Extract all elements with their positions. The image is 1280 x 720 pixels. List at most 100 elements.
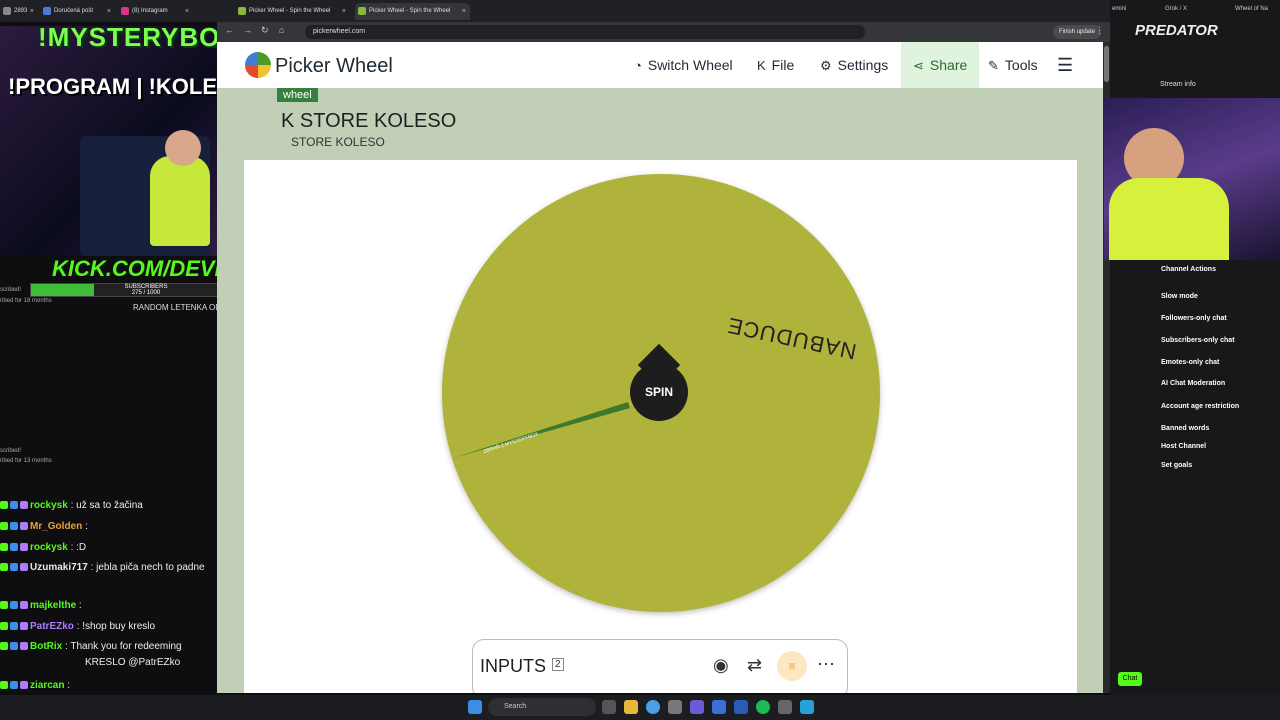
channel-action-item[interactable]: Emotes-only chat	[1161, 359, 1219, 366]
close-tab-icon[interactable]: ×	[107, 3, 111, 20]
chat-message: ziarcan :	[0, 680, 217, 691]
chat-username[interactable]: BotRix	[30, 641, 62, 652]
chat-username[interactable]: Uzumaki717	[30, 562, 88, 573]
channel-action-item[interactable]: Set goals	[1161, 462, 1192, 469]
browser-tab-strip: 2893 × Doručená pošt × (8) Instagram × Picker …	[0, 0, 1110, 22]
app-icon[interactable]	[712, 700, 726, 714]
close-tab-icon[interactable]: ×	[462, 3, 466, 20]
spotify-icon[interactable]	[756, 700, 770, 714]
chat-badge-icon	[0, 563, 8, 572]
nav-file[interactable]: K File	[757, 42, 794, 88]
chat-badge-icon	[10, 601, 18, 610]
stream-info-label[interactable]: Stream info	[1160, 81, 1196, 88]
channel-action-item[interactable]: Banned words	[1161, 425, 1209, 432]
browser-tab[interactable]: Picker Wheel - Spin the Wheel ×	[235, 3, 350, 20]
close-tab-icon[interactable]: ×	[30, 3, 34, 20]
chat-badge-icon	[20, 601, 28, 610]
nav-tools[interactable]: ✎ Tools	[988, 42, 1038, 88]
page-title: K STORE KOLESO	[281, 110, 457, 132]
url-input[interactable]: pickerwheel.com	[305, 25, 865, 39]
spin-button[interactable]: SPIN	[630, 363, 688, 421]
chat-badge-icon	[10, 681, 18, 690]
chat-username[interactable]: PatrEZko	[30, 621, 74, 632]
wheel-area: ZBRAŇ Z MYSTERYBOX NABUDUCE SPIN	[244, 160, 1077, 693]
reload-icon[interactable]: ↻	[261, 25, 269, 36]
app-icon[interactable]	[690, 700, 704, 714]
back-icon[interactable]: ←	[225, 25, 234, 35]
channel-action-item[interactable]: Followers-only chat	[1161, 315, 1227, 322]
settings-icon[interactable]	[778, 700, 792, 714]
list-icon[interactable]: ≡	[777, 651, 807, 681]
browser-tab[interactable]: Grok / X	[1165, 6, 1187, 12]
chat-message: majkelthe :	[0, 600, 217, 611]
task-view-icon[interactable]	[602, 700, 616, 714]
inputs-panel: INPUTS 2 ◉ ⇄ ≡ ⋯	[472, 639, 848, 693]
more-options-icon[interactable]: ⋯	[817, 654, 835, 675]
app-icon[interactable]	[734, 700, 748, 714]
chat-badge-icon	[10, 622, 18, 631]
channel-action-item[interactable]: AI Chat Moderation	[1161, 380, 1225, 387]
view-icon[interactable]: ◉	[713, 655, 729, 676]
edge-icon[interactable]	[800, 700, 814, 714]
chat-username[interactable]: rockysk	[30, 542, 68, 553]
file-explorer-icon[interactable]	[624, 700, 638, 714]
browser-address-bar: ← → ↻ ⌂ pickerwheel.com Finish update ⋮	[217, 22, 1110, 42]
chat-username[interactable]: majkelthe	[30, 600, 76, 611]
chat-system-line: scribed!	[0, 287, 22, 293]
chat-text: : Thank you for redeeming	[65, 641, 182, 652]
small-slice-label: ZBRAŇ Z MYSTERYBOX	[482, 430, 539, 455]
app-icon[interactable]	[668, 700, 682, 714]
chat-badge-icon	[10, 642, 18, 651]
browser-tab[interactable]: (8) Instagram ×	[118, 3, 193, 20]
kick-url: KICK.COM/DEVI	[52, 256, 221, 281]
chat-message: rockysk : už sa to žačina	[0, 500, 217, 511]
chat-username[interactable]: Mr_Golden	[30, 521, 82, 532]
windows-start-icon[interactable]	[468, 700, 482, 714]
chat-system-line: scribed!	[0, 448, 22, 454]
webcam-feed-secondary	[1104, 98, 1280, 260]
site-logo[interactable]: Picker Wheel	[275, 55, 393, 78]
tab-title: 2893	[14, 8, 28, 14]
file-icon: K	[757, 58, 766, 73]
nav-switch-wheel[interactable]: ◔ Switch Wheel	[634, 42, 733, 88]
overlay-commands: !PROGRAM | !KOLESO	[8, 74, 249, 99]
channel-action-item[interactable]: Slow mode	[1161, 293, 1198, 300]
chat-message: BotRix : Thank you for redeeming	[0, 641, 217, 652]
chat-username[interactable]: ziarcan	[30, 680, 64, 691]
finish-update-button[interactable]: Finish update	[1053, 25, 1102, 39]
chat-button[interactable]: Chat	[1118, 672, 1142, 686]
nav-label: Tools	[1004, 57, 1038, 73]
forward-icon[interactable]: →	[243, 25, 252, 35]
hamburger-menu-icon[interactable]: ☰	[1057, 42, 1073, 88]
tab-favicon-icon	[3, 7, 11, 15]
browser-menu-icon[interactable]: ⋮	[1095, 25, 1104, 36]
channel-action-item[interactable]: Account age restriction	[1161, 403, 1239, 410]
channel-action-item[interactable]: Subscribers-only chat	[1161, 337, 1235, 344]
chat-text: :	[85, 521, 88, 532]
share-icon: ⋖	[913, 58, 924, 73]
browser-tab[interactable]: Wheel of Na	[1235, 6, 1268, 12]
browser-tab[interactable]: emini	[1112, 6, 1126, 12]
chat-system-line: ribed for 18 months	[0, 298, 52, 304]
channel-action-item[interactable]: Host Channel	[1161, 443, 1206, 450]
chrome-icon[interactable]	[646, 700, 660, 714]
browser-tab[interactable]: Doručená pošt ×	[40, 3, 115, 20]
chat-badge-icon	[0, 642, 8, 651]
home-icon[interactable]: ⌂	[279, 25, 284, 35]
browser-tab[interactable]: Picker Wheel - Spin the Wheel ×	[355, 3, 470, 20]
nav-share[interactable]: ⋖ Share	[901, 42, 980, 88]
browser-tab[interactable]: 2893 ×	[0, 3, 38, 20]
nav-settings[interactable]: ⚙ Settings	[820, 42, 888, 88]
taskbar-search[interactable]: Search	[488, 698, 596, 716]
chat-message: Uzumaki717 : jebla piča nech to padne	[0, 562, 217, 573]
picker-wheel-page: Picker Wheel ◔ Switch Wheel K File ⚙ Settings…	[217, 42, 1103, 693]
tab-title: Picker Wheel - Spin the Wheel	[369, 8, 451, 14]
picker-wheel-logo-icon[interactable]	[245, 52, 271, 78]
shuffle-icon[interactable]: ⇄	[747, 655, 762, 676]
close-tab-icon[interactable]: ×	[185, 3, 189, 20]
chat-text: KRESLO @PatrEZko	[85, 657, 181, 668]
chat-username[interactable]: rockysk	[30, 500, 68, 511]
chat-message: KRESLO @PatrEZko	[0, 657, 217, 668]
close-tab-icon[interactable]: ×	[342, 3, 346, 20]
tab-title: (8) Instagram	[132, 8, 168, 14]
